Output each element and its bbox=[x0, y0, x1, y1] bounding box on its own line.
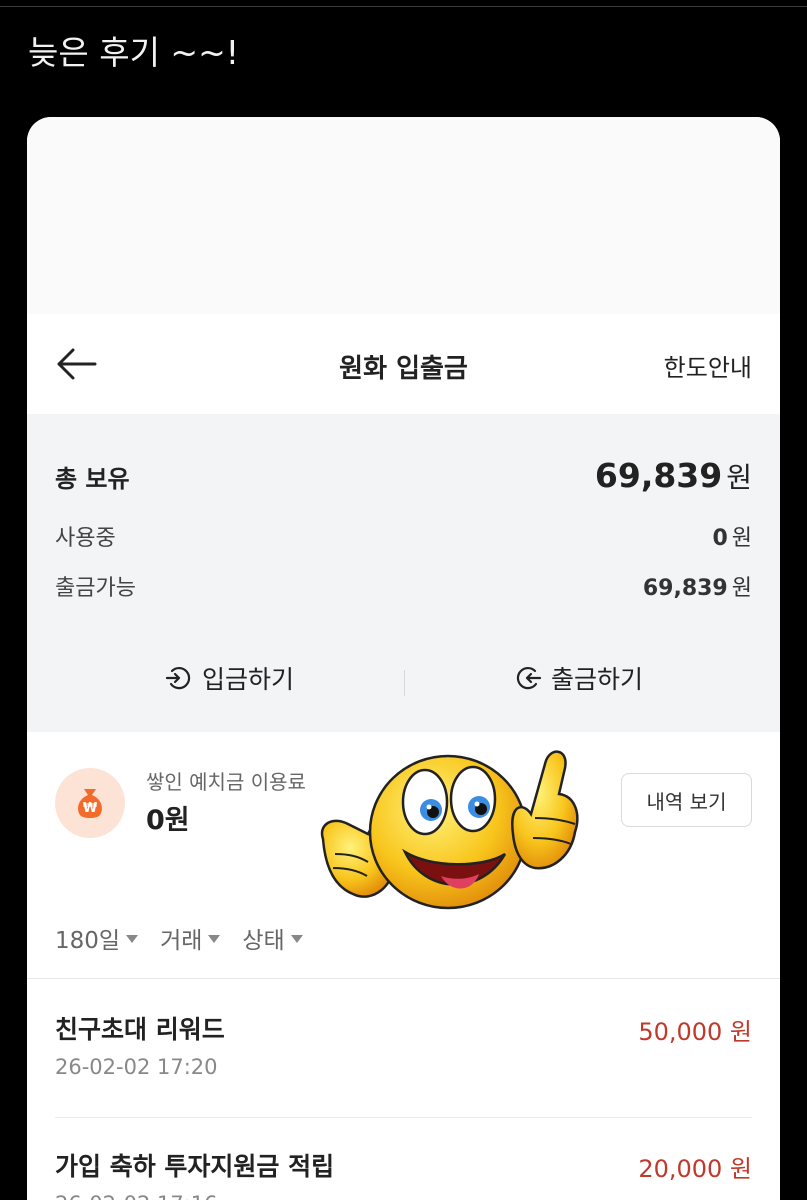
won-pouch-icon: ₩ bbox=[78, 789, 102, 818]
withdraw-cycle-icon bbox=[516, 666, 542, 690]
filter-status-label: 상태 bbox=[242, 928, 285, 954]
transaction-amount: 20,000 원 bbox=[638, 1155, 752, 1183]
in-use-row: 사용중 0원 bbox=[55, 520, 752, 552]
total-unit: 원 bbox=[726, 461, 752, 494]
post-caption: 늦은 후기 ~~! bbox=[28, 33, 239, 72]
status-area bbox=[27, 117, 780, 314]
in-use-value: 0 bbox=[712, 526, 728, 551]
deposit-button[interactable]: 입금하기 bbox=[164, 660, 294, 696]
screenshot-card: 원화 입출금 한도안내 총 보유 69,839 원 사용중 0원 출금가능 69,… bbox=[27, 117, 780, 1200]
deposit-label: 입금하기 bbox=[202, 665, 295, 694]
caret-down-icon bbox=[208, 935, 221, 943]
withdrawable-label: 출금가능 bbox=[55, 576, 136, 601]
limit-info-link[interactable]: 한도안내 bbox=[664, 348, 752, 383]
row-divider bbox=[55, 1117, 752, 1118]
in-use-unit: 원 bbox=[731, 526, 752, 551]
filter-period-label: 180일 bbox=[55, 928, 121, 954]
transaction-amount: 50,000 원 bbox=[638, 1018, 752, 1046]
action-bar: 입금하기 출금하기 bbox=[27, 660, 780, 708]
filter-type-label: 거래 bbox=[160, 928, 203, 954]
withdrawable-value: 69,839 bbox=[642, 576, 728, 601]
balance-summary: 총 보유 69,839 원 사용중 0원 출금가능 69,839 원 입금하기 … bbox=[27, 414, 780, 732]
total-label: 총 보유 bbox=[55, 465, 130, 493]
fee-label: 쌓인 예치금 이용료 bbox=[146, 770, 306, 794]
total-value: 69,839 원 bbox=[595, 456, 752, 496]
caret-down-icon bbox=[290, 935, 303, 943]
filter-status[interactable]: 상태 bbox=[242, 921, 303, 955]
total-holdings-row: 총 보유 69,839 원 bbox=[55, 456, 752, 496]
top-divider bbox=[0, 6, 807, 7]
svg-text:₩: ₩ bbox=[83, 801, 98, 816]
transaction-row[interactable]: 가입 축하 투자지원금 적립 26-02-02 17:16 20,000 원 bbox=[55, 1147, 752, 1200]
transaction-date: 26-02-02 17:16 bbox=[55, 1192, 218, 1200]
action-divider bbox=[404, 670, 405, 696]
transaction-title: 가입 축하 투자지원금 적립 bbox=[55, 1152, 335, 1181]
thumbs-up-emoji-icon bbox=[320, 750, 579, 910]
filter-period[interactable]: 180일 bbox=[55, 921, 139, 955]
withdraw-button[interactable]: 출금하기 bbox=[513, 660, 643, 696]
in-use-label: 사용중 bbox=[55, 526, 116, 551]
caret-down-icon bbox=[126, 935, 139, 943]
view-history-button[interactable]: 내역 보기 bbox=[621, 773, 752, 827]
filter-bar: 180일 거래 상태 bbox=[55, 921, 303, 955]
total-amount: 69,839 bbox=[594, 456, 723, 495]
app-header: 원화 입출금 한도안내 bbox=[27, 314, 780, 414]
transaction-row[interactable]: 친구초대 리워드 26-02-02 17:20 50,000 원 bbox=[55, 1010, 752, 1120]
withdrawable-amount: 69,839 원 bbox=[643, 570, 752, 602]
fee-value: 0원 bbox=[146, 805, 190, 836]
filters-divider bbox=[27, 978, 780, 979]
filter-type[interactable]: 거래 bbox=[160, 921, 221, 955]
transaction-date: 26-02-02 17:20 bbox=[55, 1055, 218, 1079]
withdrawable-unit: 원 bbox=[731, 576, 752, 601]
fee-icon-badge: ₩ bbox=[55, 768, 125, 838]
in-use-amount: 0원 bbox=[712, 520, 752, 552]
withdraw-label: 출금하기 bbox=[551, 665, 644, 694]
transaction-title: 친구초대 리워드 bbox=[55, 1015, 225, 1044]
deposit-cycle-icon bbox=[165, 666, 191, 690]
withdrawable-row: 출금가능 69,839 원 bbox=[55, 570, 752, 602]
